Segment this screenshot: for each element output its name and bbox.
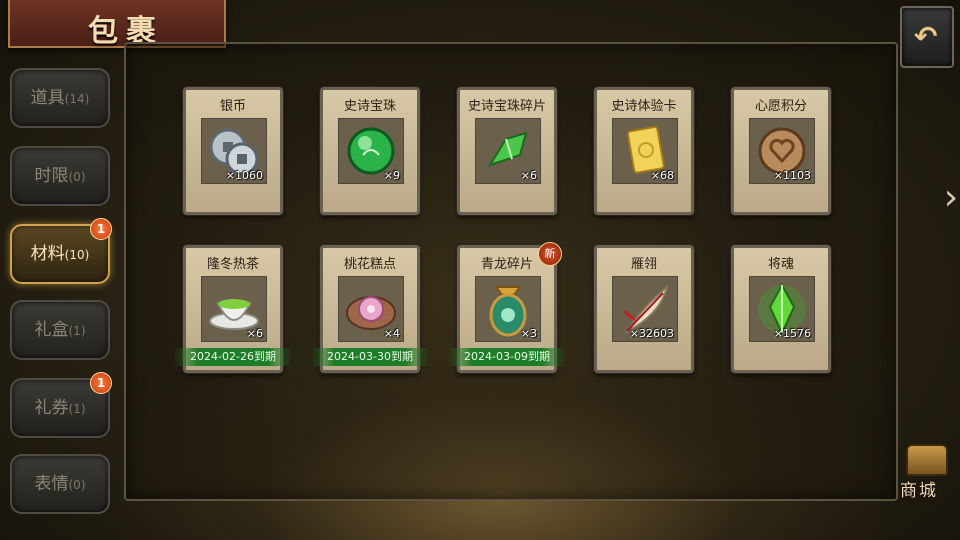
chevron-right-icon[interactable]: ›	[942, 172, 960, 224]
tab-shixian[interactable]: 时限(0)	[10, 146, 110, 206]
expiry-label: 2024-02-26到期	[174, 348, 292, 366]
treasure-chest-icon	[906, 444, 948, 476]
item-card[interactable]: 史诗宝珠碎片 ×6	[457, 87, 557, 215]
item-card[interactable]: 史诗宝珠 ×9	[320, 87, 420, 215]
tab-count: (1)	[68, 324, 86, 338]
tab-label: 材料	[30, 244, 65, 264]
item-card[interactable]: 隆冬热茶 ×6 2024-02-26到期	[174, 245, 292, 373]
item-image: ×32603	[612, 276, 678, 342]
notification-badge: 1	[90, 218, 112, 240]
item-card[interactable]: 桃花糕点 ×4 2024-03-30到期	[311, 245, 429, 373]
shop-label: 商城	[900, 481, 938, 501]
item-quantity: ×6	[520, 169, 537, 182]
back-button[interactable]: ↶	[900, 6, 954, 68]
item-card[interactable]: 雁翎 ×32603	[594, 245, 694, 373]
item-card[interactable]: 将魂 ×1576	[731, 245, 831, 373]
item-image: ×4	[338, 276, 404, 342]
expiry-label: 2024-03-09到期	[448, 348, 566, 366]
tab-biaoqing[interactable]: 表情(0)	[10, 454, 110, 514]
expiry-label: 2024-03-30到期	[311, 348, 429, 366]
item-card[interactable]: 史诗体验卡 ×68	[594, 87, 694, 215]
item-image: ×1103	[749, 118, 815, 184]
item-quantity: ×1576	[773, 327, 811, 340]
tab-count: (10)	[64, 248, 90, 262]
item-image: ×9	[338, 118, 404, 184]
back-arrow-icon: ↶	[914, 20, 938, 53]
item-quantity: ×3	[520, 327, 537, 340]
item-name: 史诗体验卡	[611, 99, 677, 114]
tab-label: 礼盒	[34, 320, 69, 340]
tab-label: 时限	[34, 166, 69, 186]
tab-count: (14)	[64, 92, 90, 106]
new-badge: 新	[538, 242, 562, 266]
item-quantity: ×68	[650, 169, 674, 182]
item-card[interactable]: 银币 ×1060	[183, 87, 283, 215]
tab-liquan[interactable]: 礼券(1) 1	[10, 372, 112, 438]
item-name: 银币	[219, 99, 246, 114]
tab-cailiao[interactable]: 材料(10) 1	[10, 218, 112, 284]
tab-count: (0)	[68, 170, 86, 184]
item-name: 雁翎	[630, 257, 657, 272]
shop-button[interactable]: 商城	[898, 440, 954, 501]
item-card[interactable]: 心愿积分 ×1103	[731, 87, 831, 215]
tab-label: 道具	[30, 88, 65, 108]
item-quantity: ×4	[383, 327, 400, 340]
item-quantity: ×6	[246, 327, 263, 340]
notification-badge: 1	[90, 372, 112, 394]
item-name: 史诗宝珠	[343, 99, 396, 114]
tab-count: (0)	[68, 478, 86, 492]
tab-label: 礼券	[34, 398, 69, 418]
item-card[interactable]: 青龙碎片 ×3 新 2024-03-09到期	[448, 242, 566, 373]
tab-count: (1)	[68, 402, 86, 416]
item-image: ×68	[612, 118, 678, 184]
item-quantity: ×1103	[773, 169, 811, 182]
tab-label: 表情	[34, 474, 69, 494]
item-image: ×1576	[749, 276, 815, 342]
item-image: ×1060	[201, 118, 267, 184]
tab-daoju[interactable]: 道具(14)	[10, 68, 110, 128]
item-name: 桃花糕点	[343, 257, 396, 272]
title-banner: 包裹	[8, 0, 226, 49]
tab-lihe[interactable]: 礼盒(1)	[10, 300, 110, 360]
item-name: 心愿积分	[754, 99, 807, 114]
item-name: 史诗宝珠碎片	[467, 99, 546, 114]
item-name: 将魂	[767, 257, 794, 272]
item-quantity: ×32603	[629, 327, 674, 340]
item-name: 隆冬热茶	[206, 257, 259, 272]
item-image: ×6	[475, 118, 541, 184]
item-quantity: ×1060	[225, 169, 263, 182]
item-quantity: ×9	[383, 169, 400, 182]
item-image: ×3	[475, 276, 541, 342]
item-image: ×6	[201, 276, 267, 342]
